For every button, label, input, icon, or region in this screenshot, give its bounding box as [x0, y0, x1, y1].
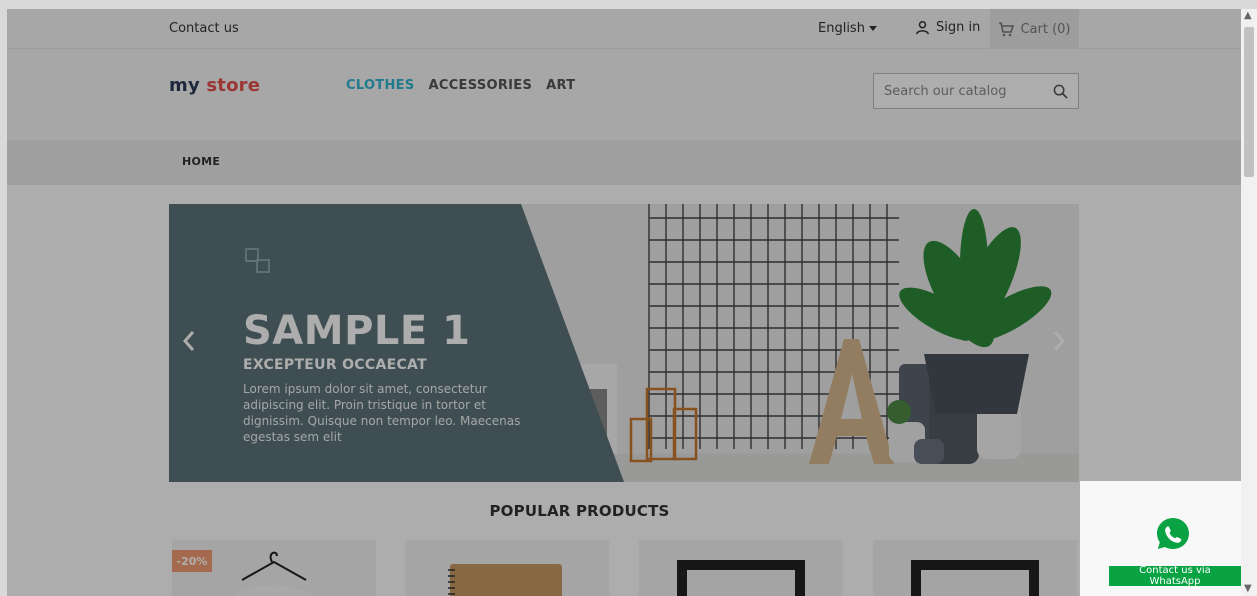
search-icon[interactable] — [1053, 84, 1068, 99]
whatsapp-icon[interactable] — [1155, 516, 1191, 552]
carousel-next-button[interactable] — [1051, 329, 1067, 358]
product-card[interactable]: -20% — [172, 540, 376, 596]
user-icon — [916, 20, 929, 35]
product-card[interactable] — [405, 540, 609, 596]
slide-subtitle: EXCEPTEUR OCCAECAT — [243, 357, 427, 373]
language-selector[interactable]: English — [818, 21, 877, 36]
caret-down-icon — [868, 26, 877, 31]
menu-item-art[interactable]: ART — [546, 78, 575, 93]
breadcrumb: HOME — [7, 140, 1241, 185]
menu-item-accessories[interactable]: ACCESSORIES — [429, 78, 533, 93]
slide-title: SAMPLE 1 — [243, 308, 471, 354]
chevron-left-icon — [182, 331, 195, 351]
header-nav: Contact us English Sign in Cart (0) — [7, 9, 1241, 49]
signin-label: Sign in — [936, 20, 981, 35]
logo-text-store: store — [206, 75, 261, 96]
slide-description: Lorem ipsum dolor sit amet, consectetur … — [243, 382, 521, 444]
contact-link[interactable]: Contact us — [169, 21, 239, 36]
page-scrollbar[interactable]: ▲ ▼ — [1241, 9, 1257, 596]
language-label: English — [818, 21, 865, 36]
whatsapp-widget: Contact us via WhatsApp — [1080, 481, 1241, 596]
scrollbar-thumb[interactable] — [1244, 27, 1254, 177]
hero-carousel[interactable]: SAMPLE 1 EXCEPTEUR OCCAECAT Lorem ipsum … — [169, 204, 1079, 482]
product-card[interactable] — [873, 540, 1077, 596]
product-image — [677, 560, 805, 596]
popular-products-heading: POPULAR PRODUCTS — [7, 502, 1241, 520]
chevron-right-icon — [1053, 331, 1066, 351]
search-widget — [873, 73, 1079, 109]
logo-text-my: my — [169, 75, 200, 96]
store-logo[interactable]: my store — [169, 75, 260, 96]
cart-button[interactable]: Cart (0) — [990, 9, 1079, 49]
menu-item-clothes[interactable]: CLOTHES — [346, 78, 415, 93]
store-page: Contact us English Sign in Cart (0) my s… — [7, 9, 1241, 596]
slide-logo-icon — [245, 248, 270, 273]
signin-link[interactable]: Sign in — [915, 20, 980, 35]
whatsapp-contact-button[interactable]: Contact us via WhatsApp — [1109, 565, 1241, 587]
cart-label: Cart (0) — [1020, 21, 1071, 37]
cart-icon — [999, 21, 1015, 36]
product-image — [448, 564, 562, 596]
header-main: my store CLOTHES ACCESSORIES ART — [7, 49, 1241, 140]
main-menu: CLOTHES ACCESSORIES ART — [346, 78, 575, 93]
search-input[interactable] — [882, 83, 1042, 100]
discount-badge: -20% — [172, 550, 212, 572]
popular-products-title: POPULAR PRODUCTS — [489, 502, 670, 520]
scroll-down-icon[interactable]: ▼ — [1244, 584, 1252, 594]
product-image — [911, 560, 1039, 596]
carousel-prev-button[interactable] — [181, 329, 197, 358]
breadcrumb-home[interactable]: HOME — [182, 155, 220, 168]
scroll-up-icon[interactable]: ▲ — [1244, 11, 1252, 21]
product-card[interactable] — [639, 540, 843, 596]
